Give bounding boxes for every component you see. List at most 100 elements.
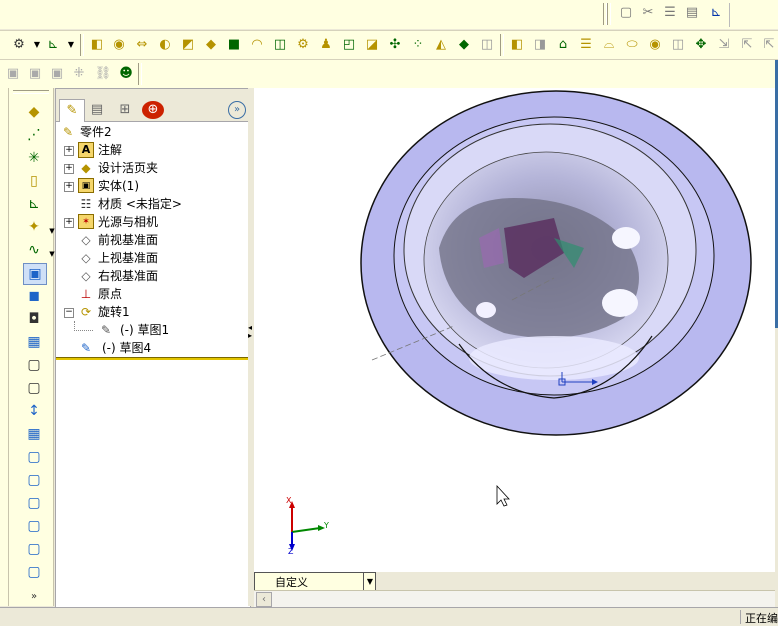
insert-feature-icon[interactable]: ▣ <box>26 65 44 83</box>
isometric-view-icon[interactable]: ▣ <box>23 263 47 285</box>
reference-geometry-icon[interactable]: ◧ <box>508 36 526 54</box>
split-icon[interactable]: ◫ <box>478 36 496 54</box>
chamfer-icon[interactable]: ⚙ <box>294 36 312 54</box>
back-view-icon[interactable]: ▢ <box>23 447 45 467</box>
expand-toggle[interactable]: + <box>64 146 74 156</box>
graphics-area[interactable]: X Y Z <box>254 88 775 572</box>
tree-item-label: 旋转1 <box>98 305 130 319</box>
sketch-dropdown-icon[interactable]: ▼ <box>62 36 80 54</box>
insert-part-icon[interactable]: ▣ <box>4 65 22 83</box>
tree-item-right-plane[interactable]: ◇ 右视基准面 <box>60 267 240 285</box>
tree-item-sketch4[interactable]: ✎ (-) 草图4 <box>60 339 240 357</box>
copy-feature-icon[interactable]: ▣ <box>48 65 66 83</box>
scroll-left-button[interactable]: ‹ <box>256 592 272 607</box>
cylinder-icon[interactable]: ⬭ <box>623 36 641 54</box>
configuration-manager-tab-icon[interactable]: ⊞ <box>114 101 136 119</box>
hole-icon[interactable]: ✣ <box>386 36 404 54</box>
expand-panel-icon[interactable]: » <box>228 101 246 119</box>
bottom-view-icon[interactable]: ▢ <box>23 539 45 559</box>
swept-icon[interactable]: ⇔ <box>133 36 151 54</box>
tree-item-lights-cameras[interactable]: + ✶ 光源与相机 <box>60 213 240 231</box>
top-view-icon[interactable]: ▢ <box>23 516 45 536</box>
spline-icon[interactable]: ∿ <box>23 240 45 260</box>
expand-toggle[interactable]: + <box>64 218 74 228</box>
dome-icon[interactable]: ⌂ <box>554 36 572 54</box>
tree-item-top-plane[interactable]: ◇ 上视基准面 <box>60 249 240 267</box>
axis-icon[interactable]: ⊾ <box>707 4 725 22</box>
view-selector-dropdown-icon[interactable]: ▼ <box>363 573 376 590</box>
tree-item-solid-bodies[interactable]: + ▣ 实体(1) <box>60 177 240 195</box>
extruded-boss-icon[interactable]: ◧ <box>88 36 106 54</box>
pattern-table-icon[interactable]: ⁜ <box>70 65 88 83</box>
hidden-lines-visible-icon[interactable]: ▢ <box>23 355 45 375</box>
extruded-cut-icon[interactable]: ◩ <box>179 36 197 54</box>
trimetric-view-icon[interactable]: ▢ <box>23 562 45 582</box>
wireframe-icon[interactable]: ▢ <box>23 378 45 398</box>
revolved-boss-icon[interactable]: ◉ <box>110 36 128 54</box>
lofted-icon[interactable]: ◐ <box>156 36 174 54</box>
normal-to-icon[interactable]: ↕ <box>23 401 45 421</box>
tree-item-annotations[interactable]: + A 注解 <box>60 141 240 159</box>
tree-item-front-plane[interactable]: ◇ 前视基准面 <box>60 231 240 249</box>
tree-item-material[interactable]: ☷ 材质 <未指定> <box>60 195 240 213</box>
shell-icon[interactable]: ◰ <box>340 36 358 54</box>
revolved-cut-icon[interactable]: ◆ <box>202 36 220 54</box>
lofted-cut-icon[interactable]: ◠ <box>248 36 266 54</box>
tree-item-origin[interactable]: ⊥ 原点 <box>60 285 240 303</box>
solid-bodies-icon: ▣ <box>78 178 94 193</box>
centerline-icon[interactable]: ▯ <box>23 171 45 191</box>
user-feature-icon[interactable]: ☻ <box>117 65 135 83</box>
tree-item-sketch1[interactable]: ✎ (-) 草图1 <box>60 321 240 339</box>
link-icon[interactable]: ⛓ <box>94 65 112 83</box>
tree-item-revolve1[interactable]: − ⟳ 旋转1 <box>60 303 240 321</box>
indent-icon[interactable]: ◉ <box>646 36 664 54</box>
specular-highlight <box>476 302 496 318</box>
expand-toggle[interactable]: + <box>64 164 74 174</box>
convert-entities-icon[interactable]: ✦ <box>23 217 45 237</box>
fillet-icon[interactable]: ◫ <box>271 36 289 54</box>
tree-item-design-binder[interactable]: + ◆ 设计活页夹 <box>60 159 240 177</box>
pattern-icon[interactable]: ⁘ <box>409 36 427 54</box>
expand-toggle[interactable]: + <box>64 182 74 192</box>
shaded-edges-icon[interactable]: ◘ <box>23 309 45 329</box>
collapse-toggle[interactable]: − <box>64 308 74 318</box>
deform-icon[interactable]: ⌓ <box>600 36 618 54</box>
left-view-icon[interactable]: ▢ <box>23 470 45 490</box>
wrap-icon[interactable]: ☰ <box>577 36 595 54</box>
line-icon[interactable]: ⋰ <box>23 125 45 145</box>
front-view-icon[interactable]: ▦ <box>23 424 45 444</box>
section-view-icon[interactable]: ✂ <box>639 4 657 22</box>
dimxpert-tab-icon[interactable]: ⊕ <box>142 101 164 119</box>
right-view-icon[interactable]: ▢ <box>23 493 45 513</box>
mirror-icon[interactable]: ◭ <box>432 36 450 54</box>
rib-icon[interactable]: ♟ <box>317 36 335 54</box>
smart-dimension-icon[interactable]: ◆ <box>23 102 45 122</box>
curves-icon[interactable]: ◨ <box>531 36 549 54</box>
combine-icon[interactable]: ◆ <box>455 36 473 54</box>
scale-icon[interactable]: ⇲ <box>715 36 733 54</box>
tree-item-label: 右视基准面 <box>98 269 159 283</box>
rollback-bar[interactable] <box>56 357 248 360</box>
view-orientation-icon[interactable]: ▢ <box>617 4 635 22</box>
point-icon[interactable]: ✳ <box>23 148 45 168</box>
shaded-view-icon[interactable]: ◼ <box>23 286 45 306</box>
specular-highlight <box>469 336 639 380</box>
intersect-icon[interactable]: ⇱ <box>738 36 756 54</box>
flex-icon[interactable]: ◫ <box>669 36 687 54</box>
horizontal-scrollbar[interactable]: ‹ <box>254 590 775 607</box>
sketch-relations-icon[interactable]: ⊾ <box>44 36 62 54</box>
lines-icon[interactable]: ☰ <box>661 4 679 22</box>
feature-manager-tab-icon[interactable]: ✎ <box>59 99 85 122</box>
swept-cut-icon[interactable]: ■ <box>225 36 243 54</box>
coordinate-system-icon[interactable]: ⊾ <box>23 194 45 214</box>
more-tools-icon[interactable]: » <box>23 586 45 606</box>
move-body-icon[interactable]: ✥ <box>692 36 710 54</box>
hidden-lines-removed-icon[interactable]: ▦ <box>23 332 45 352</box>
more-features-icon[interactable]: ⇱ <box>760 36 778 54</box>
hatch-icon[interactable]: ▤ <box>683 4 701 22</box>
draft-icon[interactable]: ◪ <box>363 36 381 54</box>
property-manager-tab-icon[interactable]: ▤ <box>86 101 108 119</box>
options-icon[interactable]: ⚙ <box>10 36 28 54</box>
view-toolbar: ▢ ✂ ☰ ▤ ⊾ <box>603 1 731 27</box>
view-selector[interactable]: 自定义 ▼ <box>254 572 376 591</box>
